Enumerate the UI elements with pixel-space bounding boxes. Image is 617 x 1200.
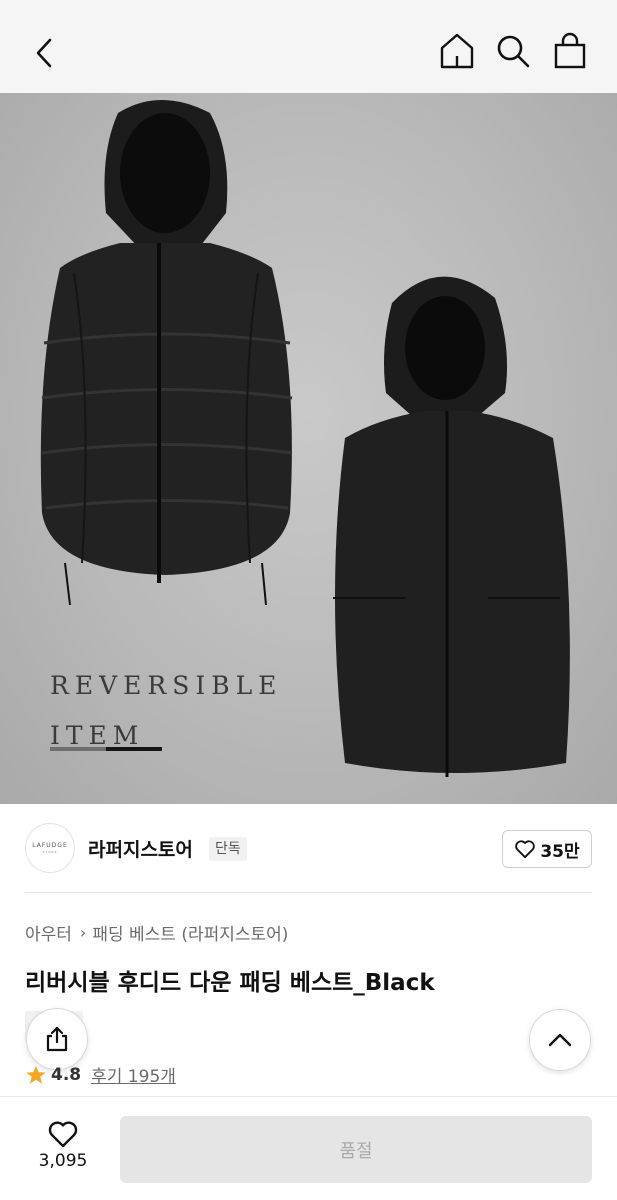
product-hero-image[interactable]: REVERSIBLE ITEM [0, 93, 617, 804]
share-button[interactable] [26, 1008, 88, 1070]
home-icon[interactable] [438, 32, 476, 70]
heart-icon [515, 840, 536, 859]
brand-like-button[interactable]: 35만 [502, 830, 592, 868]
brand-row: LAFUDGE STORE 라퍼지스토어 단독 35만 [0, 815, 617, 885]
scroll-to-top-button[interactable] [529, 1009, 591, 1071]
back-arrow-icon[interactable] [30, 36, 60, 70]
heart-icon [48, 1121, 78, 1148]
rating-row: 4.8 후기 195개 [25, 1062, 176, 1087]
brand-logo-subtext: STORE [42, 850, 58, 854]
breadcrumb-separator-icon: › [79, 923, 87, 942]
hero-caption-line2: ITEM [50, 721, 145, 750]
breadcrumb-subcategory[interactable]: 패딩 베스트 (라퍼지스토어) [92, 920, 288, 945]
product-title: 리버시블 후디드 다운 패딩 베스트_Black [25, 970, 435, 996]
brand-like-count: 35만 [540, 841, 580, 862]
review-count-link[interactable]: 후기 195개 [91, 1062, 176, 1087]
breadcrumb: 아우터 › 패딩 베스트 (라퍼지스토어) [25, 920, 288, 945]
puffer-vest-graphic [40, 100, 293, 606]
hero-caption-line1: REVERSIBLE [50, 671, 283, 700]
exclusive-badge: 단독 [209, 837, 247, 861]
divider [25, 892, 592, 893]
wishlist-button[interactable]: 3,095 [30, 1119, 96, 1171]
top-navigation-bar [0, 0, 617, 93]
brand-logo[interactable]: LAFUDGE STORE [25, 823, 75, 873]
star-icon [26, 1065, 46, 1084]
share-icon [46, 1026, 68, 1052]
chevron-up-icon [548, 1033, 572, 1047]
shell-vest-graphic [333, 276, 570, 777]
rating-score: 4.8 [51, 1064, 82, 1085]
search-icon[interactable] [495, 33, 531, 69]
brand-name[interactable]: 라퍼지스토어 [88, 835, 193, 862]
bottom-action-bar: 3,095 품절 [0, 1096, 617, 1200]
brand-logo-text: LAFUDGE [32, 842, 68, 849]
hero-caption: REVERSIBLE ITEM [50, 661, 282, 761]
breadcrumb-category[interactable]: 아우터 [25, 920, 72, 945]
hero-caption-underline [50, 747, 162, 751]
sold-out-button[interactable]: 품절 [120, 1116, 592, 1183]
shopping-bag-icon[interactable] [552, 32, 588, 70]
wishlist-count: 3,095 [38, 1151, 88, 1171]
